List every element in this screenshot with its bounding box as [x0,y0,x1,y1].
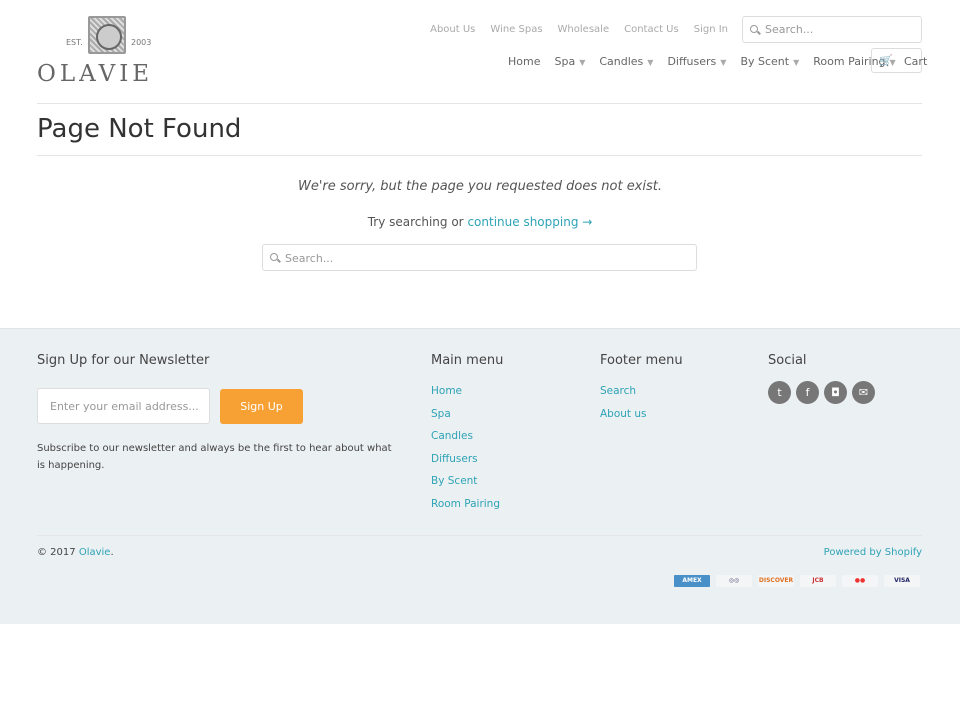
discover-card-icon: DISCOVER [758,575,794,587]
error-message: We're sorry, but the page you requested … [298,179,662,194]
search-icon [750,25,758,33]
divider [37,103,922,104]
footer-link-room-pairing[interactable]: Room Pairing [431,493,500,516]
social-heading: Social [768,353,807,368]
footer-link-spa[interactable]: Spa [431,403,500,426]
diners-card-icon: ◎◎ [716,575,752,587]
mastercard-card-icon: ●● [842,575,878,587]
main-nav: Home Spa ▼ Candles ▼ Diffusers ▼ By Scent ▼ … [508,55,896,68]
chevron-down-icon: ▼ [647,58,654,67]
powered-by-shopify-link[interactable]: Powered by Shopify [824,547,922,558]
header-search-input[interactable]: Search... [742,16,922,43]
copyright: © 2017 Olavie. [37,547,114,558]
cart-button[interactable]: 🛒 Cart [871,48,927,73]
olavie-link[interactable]: Olavie [79,547,111,558]
instagram-icon[interactable]: ◘ [824,381,847,404]
email-icon[interactable]: ✉ [852,381,875,404]
page-title: Page Not Found [37,114,242,144]
link-about[interactable]: About Us [430,24,475,35]
footer-link-search[interactable]: Search [600,380,647,403]
facebook-icon[interactable]: f [796,381,819,404]
logo[interactable]: EST. 2003 OLAVIE [37,16,173,87]
nav-diffusers[interactable]: Diffusers ▼ [667,55,726,68]
search-placeholder: Search... [765,23,814,36]
footer-link-home[interactable]: Home [431,380,500,403]
nav-spa[interactable]: Spa ▼ [554,55,585,68]
continue-shopping-link[interactable]: continue shopping → [467,215,592,229]
social-icons: t f ◘ ✉ [768,381,875,404]
visa-card-icon: VISA [884,575,920,587]
main-menu: Home Spa Candles Diffusers By Scent Room… [431,380,500,515]
chevron-down-icon: ▼ [579,58,586,67]
search-icon [270,253,278,261]
search-placeholder: Search... [285,252,334,265]
newsletter-heading: Sign Up for our Newsletter [37,353,210,368]
logo-emblem [88,16,126,54]
payment-methods: AMEX ◎◎ DISCOVER JCB ●● VISA [674,575,920,587]
footer-link-about[interactable]: About us [600,403,647,426]
footer: Sign Up for our Newsletter Enter your em… [0,328,960,624]
chevron-down-icon: ▼ [720,58,727,67]
cart-icon: 🛒 [879,54,893,67]
link-wine-spas[interactable]: Wine Spas [490,24,542,35]
page-search-input[interactable]: Search... [262,244,697,271]
logo-wordmark: OLAVIE [37,61,154,87]
top-links: About Us Wine Spas Wholesale Contact Us … [430,24,728,35]
amex-card-icon: AMEX [674,575,710,587]
logo-est: EST. [66,38,83,47]
newsletter-description: Subscribe to our newsletter and always b… [37,443,392,471]
jcb-card-icon: JCB [800,575,836,587]
link-wholesale[interactable]: Wholesale [558,24,610,35]
footer-link-by-scent[interactable]: By Scent [431,470,500,493]
link-sign-in[interactable]: Sign In [694,24,728,35]
cart-label: Cart [904,55,928,68]
footer-link-candles[interactable]: Candles [431,425,500,448]
divider [37,155,922,156]
divider [37,535,922,536]
footer-link-diffusers[interactable]: Diffusers [431,448,500,471]
twitter-icon[interactable]: t [768,381,791,404]
footer-menu: Search About us [600,380,647,425]
nav-candles[interactable]: Candles ▼ [599,55,653,68]
main-menu-heading: Main menu [431,353,504,368]
nav-home[interactable]: Home [508,55,540,68]
sign-up-button[interactable]: Sign Up [220,389,303,424]
chevron-down-icon: ▼ [793,58,800,67]
try-text: Try searching or continue shopping → [367,215,593,229]
link-contact[interactable]: Contact Us [624,24,679,35]
logo-year: 2003 [131,38,152,47]
footer-menu-heading: Footer menu [600,353,683,368]
nav-by-scent[interactable]: By Scent ▼ [740,55,799,68]
newsletter-email-input[interactable]: Enter your email address... [37,388,210,424]
